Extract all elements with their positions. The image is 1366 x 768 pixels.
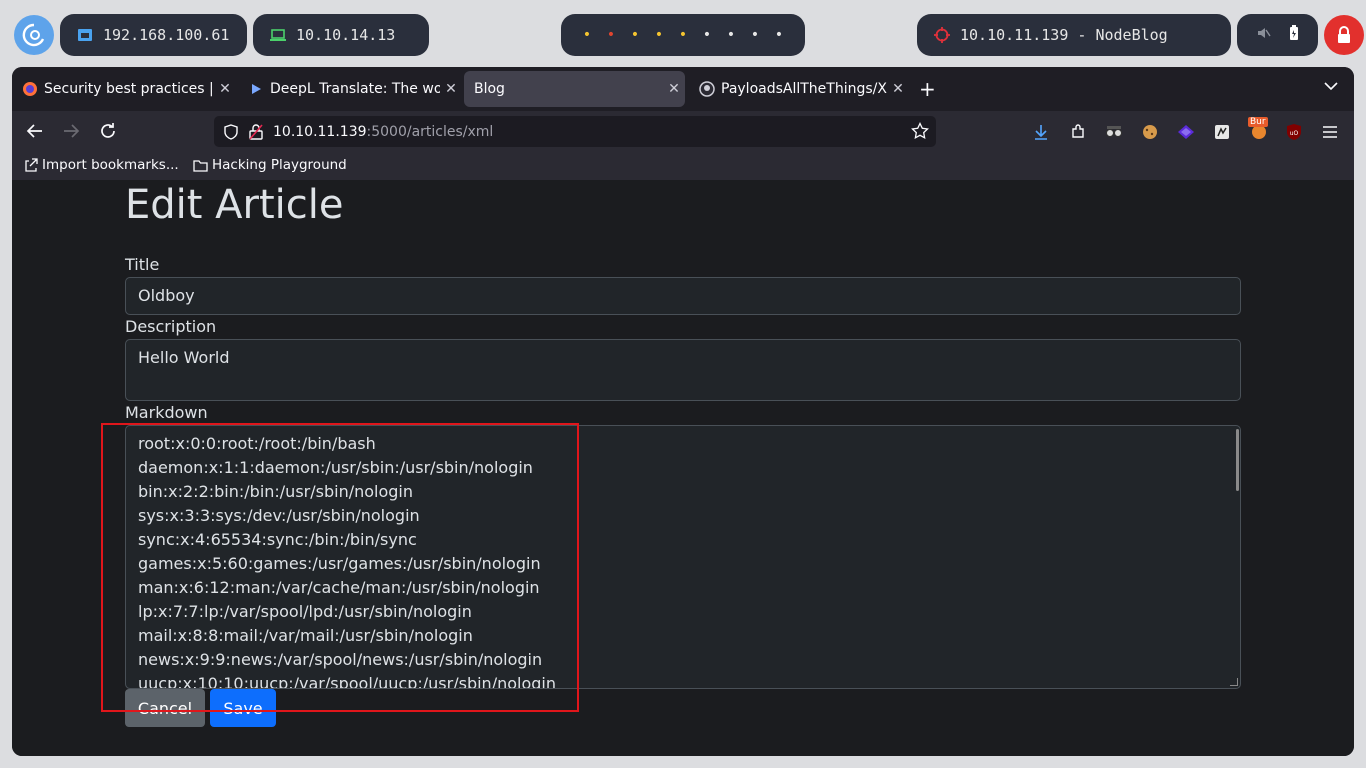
vpn-ip: 10.10.14.13 xyxy=(296,26,396,44)
workspace-4[interactable]: • xyxy=(647,28,671,42)
forward-arrow-icon[interactable] xyxy=(62,122,80,145)
description-label: Description xyxy=(125,317,217,336)
bookmark-label: Import bookmarks... xyxy=(42,157,179,173)
resize-handle[interactable] xyxy=(1230,678,1238,686)
laptop-icon xyxy=(270,28,286,42)
extensions-icon[interactable] xyxy=(1069,123,1087,141)
vpn-ip-widget: 10.10.14.13 xyxy=(253,14,429,56)
debian-menu-icon[interactable] xyxy=(14,15,54,55)
system-tray xyxy=(1237,14,1318,56)
battery-icon[interactable] xyxy=(1289,25,1299,45)
back-arrow-icon[interactable] xyxy=(26,122,44,145)
burp-proxy-icon[interactable]: Bur xyxy=(1248,117,1270,141)
markdown-line: games:x:5:60:games:/usr/games:/usr/sbin/… xyxy=(138,554,541,573)
title-input[interactable]: Oldboy xyxy=(125,277,1241,315)
muted-speaker-icon[interactable] xyxy=(1257,26,1271,44)
markdown-line: uucp:x:10:10:uucp:/var/spool/uucp:/usr/s… xyxy=(138,674,556,689)
tab-deepl[interactable]: DeepL Translate: The wo ✕ xyxy=(238,71,462,107)
markdown-label: Markdown xyxy=(125,403,208,422)
import-icon xyxy=(24,158,38,172)
markdown-line: lp:x:7:7:lp:/var/spool/lpd:/usr/sbin/nol… xyxy=(138,602,472,621)
lock-icon[interactable] xyxy=(1324,15,1364,55)
workspace-3[interactable]: • xyxy=(623,28,647,42)
tab-title: Security best practices | xyxy=(44,81,214,97)
wappalyzer-icon[interactable] xyxy=(1177,123,1195,141)
shield-icon[interactable] xyxy=(223,123,239,140)
markdown-line: daemon:x:1:1:daemon:/usr/sbin:/usr/sbin/… xyxy=(138,458,533,477)
markdown-line: sys:x:3:3:sys:/dev:/usr/sbin/nologin xyxy=(138,506,420,525)
hamburger-menu-icon[interactable] xyxy=(1321,123,1339,141)
markdown-line: man:x:6:12:man:/var/cache/man:/usr/sbin/… xyxy=(138,578,540,597)
bookmarks-toolbar: Import bookmarks... Hacking Playground xyxy=(12,153,1354,180)
chevron-down-icon[interactable] xyxy=(1324,79,1338,95)
tab-title: PayloadsAllTheThings/XX xyxy=(721,81,887,97)
markdown-line: news:x:9:9:news:/var/spool/news:/usr/sbi… xyxy=(138,650,543,669)
page-content: Edit Article Title Oldboy Description He… xyxy=(12,180,1354,756)
bookmark-label: Hacking Playground xyxy=(212,157,347,173)
tab-security-best-practices[interactable]: Security best practices | ✕ xyxy=(12,71,236,107)
github-icon xyxy=(699,81,715,97)
tab-strip: Security best practices | ✕ DeepL Transl… xyxy=(12,67,1354,111)
markdown-line: bin:x:2:2:bin:/bin:/usr/sbin/nologin xyxy=(138,482,413,501)
cancel-button[interactable]: Cancel xyxy=(125,689,205,727)
tab-title: DeepL Translate: The wo xyxy=(270,81,440,97)
markdown-line: root:x:0:0:root:/root:/bin/bash xyxy=(138,434,376,453)
target-widget: 10.10.11.139 - NodeBlog xyxy=(917,14,1231,56)
markdown-line: mail:x:8:8:mail:/var/mail:/usr/sbin/nolo… xyxy=(138,626,473,645)
workspace-9[interactable]: • xyxy=(767,28,791,42)
markdown-line: sync:x:4:65534:sync:/bin:/bin/sync xyxy=(138,530,417,549)
svg-text:uO: uO xyxy=(1290,130,1299,137)
folder-icon xyxy=(193,159,208,172)
burp-badge: Bur xyxy=(1248,117,1268,127)
bookmark-hacking-playground[interactable]: Hacking Playground xyxy=(193,157,347,173)
url-host: 10.10.11.139 xyxy=(273,123,367,140)
url-path: :5000/articles/xml xyxy=(366,123,494,140)
workspace-2[interactable]: • xyxy=(599,28,623,42)
local-ip: 192.168.100.61 xyxy=(103,26,230,44)
navigation-toolbar: 10.10.11.139:5000/articles/xml Bur uO xyxy=(12,111,1354,153)
close-tab-icon[interactable]: ✕ xyxy=(440,81,462,97)
save-button[interactable]: Save xyxy=(210,689,276,727)
new-tab-icon[interactable]: + xyxy=(919,77,936,101)
workspace-switcher: • • • • • • • • • xyxy=(561,14,805,56)
workspace-8[interactable]: • xyxy=(743,28,767,42)
address-bar[interactable]: 10.10.11.139:5000/articles/xml xyxy=(214,116,936,147)
reload-icon[interactable] xyxy=(99,122,117,145)
workspace-5[interactable]: • xyxy=(671,28,695,42)
page-title: Edit Article xyxy=(125,182,344,228)
browser-window: Security best practices | ✕ DeepL Transl… xyxy=(12,67,1354,756)
workspace-7[interactable]: • xyxy=(719,28,743,42)
hacktools-icon[interactable] xyxy=(1213,123,1231,141)
tab-blog[interactable]: Blog ✕ xyxy=(464,71,685,107)
textarea-scrollbar[interactable] xyxy=(1236,429,1239,491)
cookie-icon[interactable] xyxy=(1141,123,1159,141)
bookmark-star-icon[interactable] xyxy=(911,122,929,140)
close-tab-icon[interactable]: ✕ xyxy=(214,81,236,97)
deepl-icon xyxy=(248,81,264,97)
workspace-6[interactable]: • xyxy=(695,28,719,42)
insecure-lock-icon[interactable] xyxy=(249,123,263,140)
tab-payloadsallthethings[interactable]: PayloadsAllTheThings/XX ✕ xyxy=(689,71,909,107)
network-ip-widget: 192.168.100.61 xyxy=(60,14,247,56)
tab-title: Blog xyxy=(474,81,505,97)
workspace-1[interactable]: • xyxy=(575,28,599,42)
crosshair-icon xyxy=(934,27,950,43)
firefox-icon xyxy=(22,81,38,97)
close-tab-icon[interactable]: ✕ xyxy=(663,81,685,97)
description-textarea[interactable]: Hello World xyxy=(125,339,1241,401)
bookmark-import[interactable]: Import bookmarks... xyxy=(24,157,179,173)
markdown-textarea[interactable]: root:x:0:0:root:/root:/bin/bash daemon:x… xyxy=(125,425,1241,689)
downloads-icon[interactable] xyxy=(1032,123,1050,141)
ublock-origin-icon[interactable]: uO xyxy=(1285,123,1303,141)
spy-glasses-icon[interactable] xyxy=(1105,123,1123,141)
target-label: 10.10.11.139 - NodeBlog xyxy=(960,26,1168,44)
close-tab-icon[interactable]: ✕ xyxy=(887,81,909,97)
title-label: Title xyxy=(125,255,160,274)
ethernet-icon xyxy=(77,27,93,43)
